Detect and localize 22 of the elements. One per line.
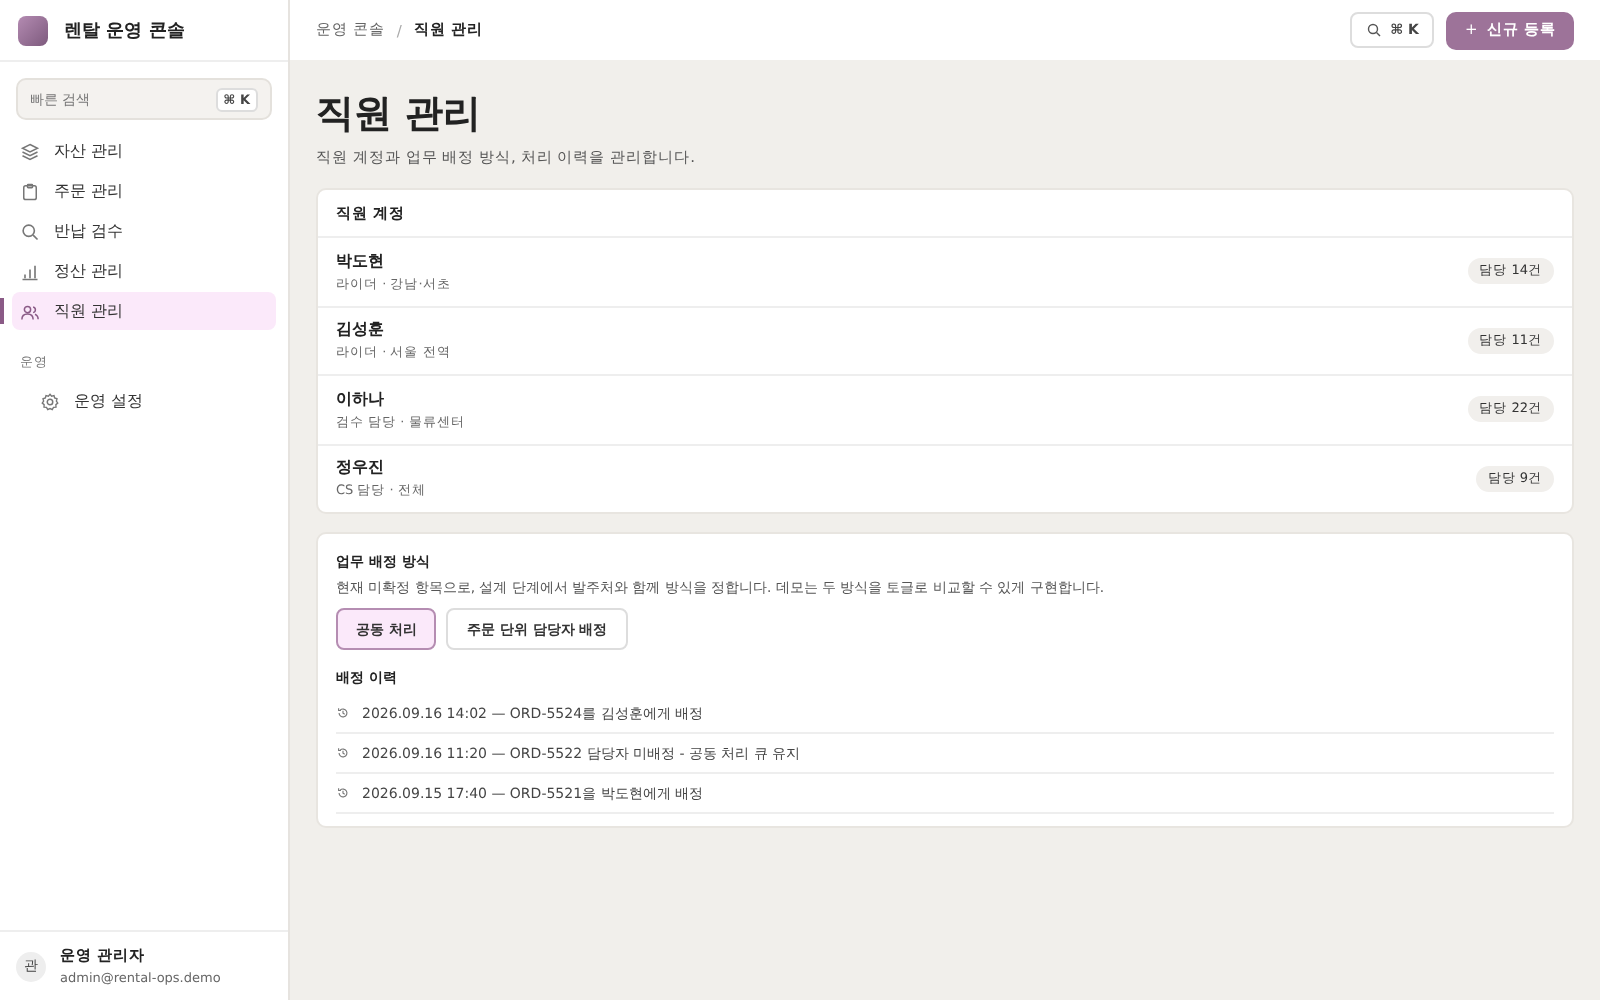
search-icon (1366, 22, 1383, 38)
nav-item[interactable]: 반납 검수 (12, 212, 276, 250)
nav-item[interactable]: 운영 설정 (32, 382, 276, 420)
clipboard-icon (20, 181, 40, 201)
staff-name: 김성훈 (336, 318, 386, 341)
app-logo (18, 15, 48, 45)
layers-icon (20, 141, 40, 161)
people-icon (20, 301, 40, 321)
staff-name: 정우진 (336, 456, 386, 479)
nav-item[interactable]: 정산 관리 (12, 252, 276, 290)
nav-item[interactable]: 자산 관리 (12, 132, 276, 170)
history-icon (336, 706, 350, 720)
staff-name: 이하나 (336, 387, 386, 410)
app-title: 렌탈 운영 콘솔 (64, 19, 185, 43)
history-icon (336, 786, 350, 800)
page-title: 직원 관리 (316, 90, 484, 140)
bar-chart-icon (20, 261, 40, 281)
staff-name: 박도현 (336, 249, 386, 272)
history-icon (336, 746, 350, 760)
settings-icon (40, 391, 60, 411)
search-icon (20, 221, 40, 241)
nav-item[interactable]: 주문 관리 (12, 172, 276, 210)
